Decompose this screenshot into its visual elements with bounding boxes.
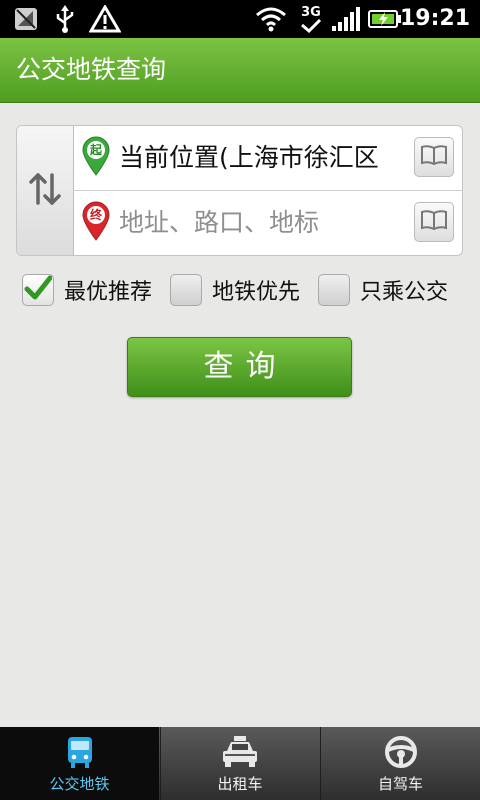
usb-icon — [52, 4, 78, 34]
option-bus-only[interactable]: 只乘公交 — [318, 272, 448, 308]
end-location-row[interactable]: 终 地址、路口、地标 — [73, 191, 462, 255]
start-address-book-button[interactable] — [414, 137, 454, 177]
tab-label: 自驾车 — [377, 775, 423, 793]
steering-wheel-icon — [321, 735, 480, 769]
swap-arrows-icon — [27, 169, 63, 213]
query-button[interactable]: 查询 — [127, 337, 352, 397]
tab-bus-subway[interactable]: 公交地铁 — [0, 727, 159, 800]
checkbox-bus-only[interactable] — [318, 274, 350, 306]
end-address-book-button[interactable] — [414, 202, 454, 242]
network-type-label: 3G — [301, 4, 321, 20]
bottom-navigation: 公交地铁 出租车 自驾车 — [0, 727, 480, 800]
end-pin-icon: 终 — [81, 201, 111, 241]
route-input-panel: 起 当前位置(上海市徐汇区 终 地址、路口、地标 — [16, 125, 463, 256]
signal-off-icon — [12, 4, 40, 34]
tab-label: 出租车 — [217, 775, 263, 793]
start-location-row[interactable]: 起 当前位置(上海市徐汇区 — [73, 126, 462, 191]
taxi-icon — [161, 735, 319, 769]
end-badge-label: 终 — [89, 208, 102, 222]
signal-bars-icon — [330, 4, 362, 34]
3g-icon: 3G — [296, 4, 326, 34]
book-icon — [420, 144, 448, 170]
option-label: 地铁优先 — [212, 280, 301, 305]
checkbox-best-recommended[interactable] — [22, 274, 54, 306]
option-label: 最优推荐 — [64, 280, 153, 305]
status-bar: 3G 19:21 — [0, 0, 480, 38]
end-location-field[interactable]: 地址、路口、地标 — [119, 191, 407, 255]
clock: 19:21 — [399, 6, 470, 31]
option-subway-first[interactable]: 地铁优先 — [170, 272, 300, 308]
book-icon — [420, 209, 448, 235]
bus-icon — [0, 735, 159, 769]
start-location-field[interactable]: 当前位置(上海市徐汇区 — [119, 126, 407, 190]
tab-taxi[interactable]: 出租车 — [160, 727, 319, 800]
checkmark-icon — [24, 275, 53, 305]
route-preference-options: 最优推荐 地铁优先 只乘公交 — [22, 272, 472, 308]
start-badge-label: 起 — [89, 143, 102, 157]
option-best-recommended[interactable]: 最优推荐 — [22, 272, 152, 308]
swap-route-button[interactable] — [17, 126, 74, 255]
tab-label: 公交地铁 — [49, 775, 110, 793]
start-pin-icon: 起 — [81, 136, 111, 176]
checkbox-subway-first[interactable] — [170, 274, 202, 306]
warning-icon — [88, 4, 122, 34]
page-title: 公交地铁查询 — [16, 55, 167, 84]
option-label: 只乘公交 — [360, 280, 449, 305]
wifi-icon — [254, 4, 288, 34]
battery-charging-icon — [368, 4, 402, 34]
title-bar: 公交地铁查询 — [0, 38, 480, 103]
tab-self-driving[interactable]: 自驾车 — [320, 727, 480, 800]
